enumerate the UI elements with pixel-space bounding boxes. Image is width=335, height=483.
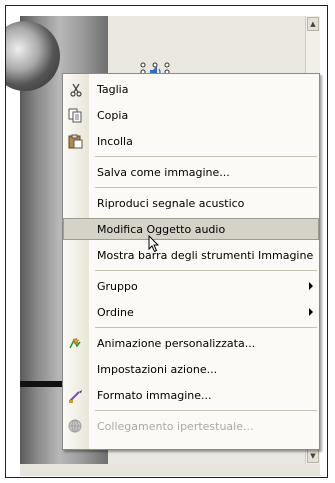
menu-item-label: Salva come immagine... bbox=[97, 165, 230, 179]
submenu-arrow-icon bbox=[309, 308, 313, 316]
menu-separator bbox=[95, 327, 317, 328]
menu-item-label: Incolla bbox=[97, 134, 133, 148]
menu-item-label: Taglia bbox=[97, 82, 129, 96]
menu-item-label: Ordine bbox=[97, 305, 134, 319]
submenu-arrow-icon bbox=[309, 282, 313, 290]
menu-item-label: Collegamento ipertestuale... bbox=[97, 419, 254, 433]
menu-item-animazione-personalizzata[interactable]: Animazione personalizzata... bbox=[63, 332, 319, 354]
menu-item-modifica-oggetto-audio[interactable]: Modifica Oggetto audio bbox=[63, 218, 319, 240]
menu-item-label: Modifica Oggetto audio bbox=[97, 222, 226, 236]
custom-animation-icon bbox=[67, 335, 84, 352]
menu-item-label: Impostazioni azione... bbox=[97, 362, 218, 376]
menu-separator bbox=[95, 410, 317, 411]
menu-item-incolla[interactable]: Incolla bbox=[63, 130, 319, 152]
menu-item-riproduci-segnale[interactable]: Riproduci segnale acustico bbox=[63, 192, 319, 214]
menu-item-ordine[interactable]: Ordine bbox=[63, 301, 319, 323]
mouse-pointer-icon bbox=[148, 235, 160, 253]
menu-item-impostazioni-azione[interactable]: Impostazioni azione... bbox=[63, 358, 319, 380]
scissors-icon bbox=[67, 81, 84, 98]
menu-item-label: Mostra barra degli strumenti Immagine bbox=[97, 248, 314, 262]
menu-separator bbox=[95, 270, 317, 271]
menu-item-gruppo[interactable]: Gruppo bbox=[63, 275, 319, 297]
paste-icon bbox=[67, 133, 84, 150]
menu-item-label: Formato immagine... bbox=[97, 388, 212, 402]
hyperlink-globe-icon bbox=[67, 418, 84, 435]
menu-item-label: Copia bbox=[97, 108, 129, 122]
menu-item-copia[interactable]: Copia bbox=[63, 104, 319, 126]
menu-separator bbox=[95, 156, 317, 157]
wheel-image bbox=[6, 21, 60, 91]
menu-item-mostra-barra[interactable]: Mostra barra degli strumenti Immagine bbox=[63, 244, 319, 266]
format-picture-icon bbox=[67, 387, 84, 404]
menu-item-taglia[interactable]: Taglia bbox=[63, 78, 319, 100]
copy-icon bbox=[67, 107, 84, 124]
context-menu: Taglia Copia Incolla Salva come immagine… bbox=[62, 73, 320, 450]
menu-item-collegamento-ipertestuale: Collegamento ipertestuale... bbox=[63, 415, 319, 437]
menu-item-salva-come-immagine[interactable]: Salva come immagine... bbox=[63, 161, 319, 183]
menu-item-formato-immagine[interactable]: Formato immagine... bbox=[63, 384, 319, 406]
menu-item-label: Animazione personalizzata... bbox=[97, 336, 256, 350]
scroll-up-button[interactable]: ▲ bbox=[307, 17, 319, 31]
scroll-down-button[interactable]: ▼ bbox=[307, 449, 319, 463]
bottom-strip bbox=[20, 464, 320, 476]
menu-item-label: Riproduci segnale acustico bbox=[97, 196, 245, 210]
menu-separator bbox=[95, 187, 317, 188]
menu-item-label: Gruppo bbox=[97, 279, 138, 293]
